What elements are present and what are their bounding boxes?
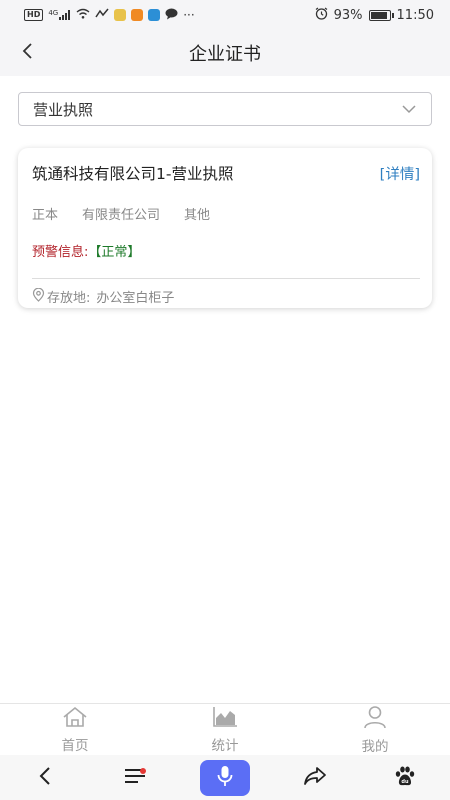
user-icon: [363, 705, 387, 733]
location-value: 办公室白柜子: [96, 291, 175, 306]
signal-label: 4G: [48, 9, 59, 17]
tab-mine-label: 我的: [361, 738, 389, 755]
notification-icon: [95, 8, 109, 22]
chart-icon: [212, 706, 238, 732]
card-header: 筑通科技有限公司1-营业执照 [详情]: [32, 162, 420, 184]
warning-status: 【正常】: [88, 245, 141, 260]
nav-back-button[interactable]: [20, 760, 70, 796]
tab-home-label: 首页: [61, 737, 89, 754]
baidu-paw-icon: du: [394, 765, 416, 791]
tab-statistics-label: 统计: [211, 737, 239, 754]
chevron-left-icon: [20, 42, 34, 64]
app-header: 企业证书: [0, 30, 450, 76]
tab-mine[interactable]: 我的: [300, 704, 450, 755]
certificate-title: 筑通科技有限公司1-营业执照: [32, 165, 234, 183]
company-type-tag: 有限责任公司: [82, 208, 161, 223]
location-pin-icon: [32, 287, 45, 306]
alarm-icon: [315, 7, 328, 24]
battery-percent: 93%: [333, 7, 363, 23]
card-divider: [32, 278, 420, 279]
nav-baidu-button[interactable]: du: [380, 760, 430, 796]
status-left: HD 4G ···: [24, 8, 195, 23]
location-label: 存放地:: [47, 291, 91, 306]
status-bar: HD 4G ··· 93% 11:50: [0, 0, 450, 30]
category-tag: 其他: [184, 208, 211, 223]
tab-statistics[interactable]: 统计: [150, 704, 300, 755]
certificate-tags: 正本 有限责任公司 其他: [32, 204, 420, 223]
message-icon: [165, 8, 178, 23]
mail-app-icon: [148, 9, 161, 21]
voice-input-button[interactable]: [200, 759, 250, 796]
bottom-tab-bar: 首页 统计 我的: [0, 703, 450, 755]
share-icon: [303, 766, 327, 790]
certificate-type-value: 营业执照: [33, 100, 94, 119]
status-right: 93% 11:50: [315, 7, 434, 24]
chevron-down-icon: [401, 100, 417, 118]
tab-home[interactable]: 首页: [0, 704, 150, 755]
certificate-type-select[interactable]: 营业执照: [18, 92, 432, 126]
copy-type-tag: 正本: [32, 208, 59, 223]
page-title: 企业证书: [189, 44, 261, 65]
certificate-card[interactable]: 筑通科技有限公司1-营业执照 [详情] 正本 有限责任公司 其他 预警信息:【正…: [18, 148, 432, 308]
network-badge: HD: [24, 9, 44, 21]
storage-location: 存放地: 办公室白柜子: [32, 287, 420, 306]
signal-icon: 4G: [48, 10, 71, 20]
nav-share-button[interactable]: [290, 760, 340, 796]
back-icon: [38, 766, 52, 790]
warning-info: 预警信息:【正常】: [32, 241, 420, 260]
system-nav-bar: du: [0, 755, 450, 800]
home-icon: [61, 706, 89, 732]
notification-dot: [140, 767, 146, 774]
video-app-icon: [131, 9, 144, 21]
more-notifications: ···: [183, 8, 195, 22]
battery-fill: [370, 11, 388, 19]
nav-menu-button[interactable]: [110, 760, 160, 796]
svg-text:du: du: [401, 779, 409, 785]
battery-icon: [368, 9, 394, 21]
app-notification-icon: [114, 9, 127, 21]
microphone-icon: [217, 765, 233, 791]
warning-label: 预警信息:: [32, 245, 89, 260]
clock-time: 11:50: [396, 7, 434, 23]
detail-link[interactable]: [详情]: [380, 163, 420, 184]
wifi-icon: [76, 8, 90, 22]
back-button[interactable]: [10, 36, 44, 70]
